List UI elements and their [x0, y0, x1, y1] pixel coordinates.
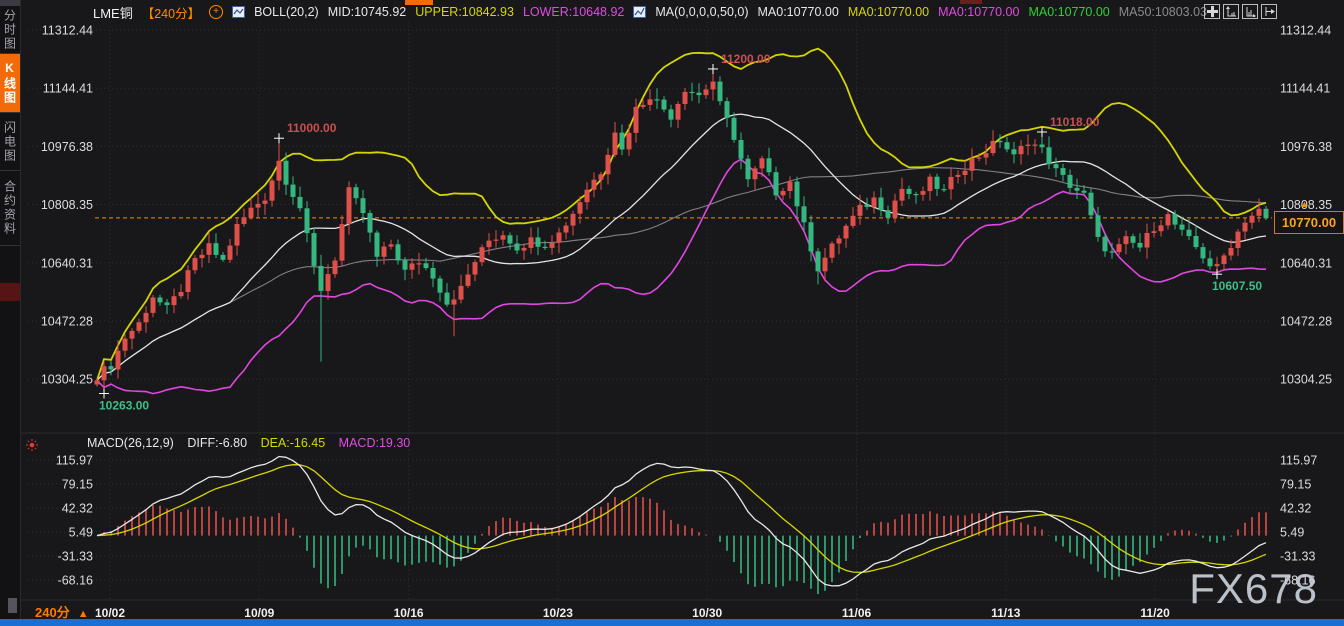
ma-value-3: MA0:10770.00 — [938, 5, 1019, 19]
svg-text:10976.38: 10976.38 — [41, 140, 93, 154]
sidebar-top-accent — [0, 0, 20, 6]
svg-text:10/02: 10/02 — [95, 606, 125, 620]
svg-text:10808.35: 10808.35 — [41, 198, 93, 212]
svg-text:10304.25: 10304.25 — [41, 373, 93, 387]
ma-indicator-icon[interactable] — [633, 6, 646, 18]
sidebar-bottom-accent — [0, 283, 20, 301]
svg-text:79.15: 79.15 — [1280, 478, 1311, 492]
ma-value-4: MA0:10770.00 — [1028, 5, 1109, 19]
svg-text:-31.33: -31.33 — [1280, 550, 1315, 564]
svg-text:10472.28: 10472.28 — [41, 315, 93, 329]
symbol-label: LME铜 — [93, 3, 133, 22]
period-selector-label: 240分 — [35, 605, 70, 620]
svg-text:11200.00: 11200.00 — [721, 52, 771, 66]
svg-text:10640.31: 10640.31 — [1280, 256, 1332, 270]
svg-text:79.15: 79.15 — [62, 478, 93, 492]
svg-text:115.97: 115.97 — [56, 454, 93, 468]
macd-settings-icon[interactable] — [26, 438, 38, 456]
scrollbar-corner — [8, 598, 17, 613]
sidebar-tab-time-chart[interactable]: 分时图 — [0, 7, 20, 54]
svg-text:10976.38: 10976.38 — [1280, 140, 1332, 154]
macd-diff-value: DIFF:-6.80 — [187, 436, 247, 450]
svg-text:11018.00: 11018.00 — [1050, 115, 1100, 129]
svg-text:5.49: 5.49 — [69, 526, 93, 540]
boll-label: BOLL(20,2) — [254, 5, 319, 19]
zoom-axis-vertical-button[interactable] — [1223, 4, 1239, 19]
chart-canvas[interactable]: 10263.00 11000.00 11200.00 11018.00 10607.50… — [0, 0, 1344, 626]
svg-text:11144.41: 11144.41 — [1280, 82, 1330, 96]
boll-mid-value: MID:10745.92 — [328, 5, 407, 19]
svg-text:10640.31: 10640.31 — [41, 256, 93, 270]
svg-text:10/30: 10/30 — [692, 606, 722, 620]
svg-text:11312.44: 11312.44 — [1280, 24, 1331, 38]
expand-icon[interactable]: + — [209, 5, 223, 19]
svg-text:10/16: 10/16 — [394, 606, 424, 620]
svg-text:10/09: 10/09 — [244, 606, 274, 620]
svg-text:11/06: 11/06 — [842, 606, 872, 620]
svg-text:10/23: 10/23 — [543, 606, 573, 620]
chart-toolbar — [1204, 4, 1277, 19]
sidebar: 分时图 K线图 闪电图 合约资料 — [0, 0, 21, 619]
zoom-axis-horizontal-button[interactable] — [1242, 4, 1258, 19]
trading-app: 10263.00 11000.00 11200.00 11018.00 10607.50… — [0, 0, 1344, 626]
svg-text:42.32: 42.32 — [62, 502, 93, 516]
sidebar-tab-kline-chart[interactable]: K线图 — [0, 54, 20, 113]
exit-pan-button[interactable] — [1261, 4, 1277, 19]
svg-text:11/13: 11/13 — [991, 606, 1021, 620]
svg-text:10472.28: 10472.28 — [1280, 315, 1332, 329]
top-edge-orange-fragment — [405, 0, 433, 5]
current-price-tag: 10770.00 — [1274, 211, 1344, 234]
zoom-axis-vertical-icon — [1225, 6, 1237, 17]
period-label: 【240分】 — [142, 3, 200, 22]
svg-text:11000.00: 11000.00 — [287, 121, 337, 135]
ma-value-1: MA0:10770.00 — [758, 5, 839, 19]
svg-text:11/20: 11/20 — [1140, 606, 1170, 620]
macd-dea-value: DEA:-16.45 — [261, 436, 326, 450]
ma-group-label: MA(0,0,0,0,50,0) — [655, 5, 748, 19]
svg-text:10607.50: 10607.50 — [1212, 279, 1262, 293]
macd-header: MACD(26,12,9) DIFF:-6.80 DEA:-16.45 MACD… — [87, 436, 420, 450]
boll-lower-value: LOWER:10648.92 — [523, 5, 624, 19]
pan-tool-button[interactable] — [1204, 4, 1220, 19]
macd-macd-value: MACD:19.30 — [339, 436, 411, 450]
sidebar-tab-lightning-chart[interactable]: 闪电图 — [0, 113, 20, 171]
svg-text:11144.41: 11144.41 — [43, 82, 93, 96]
svg-text:5.49: 5.49 — [1280, 526, 1304, 540]
watermark: FX678 — [1189, 565, 1318, 613]
svg-text:42.32: 42.32 — [1280, 502, 1311, 516]
exit-pan-icon — [1263, 6, 1275, 17]
zoom-axis-horizontal-icon — [1244, 6, 1256, 17]
ma50-value: MA50:10803.03 — [1119, 5, 1207, 19]
sidebar-tab-contract-info[interactable]: 合约资料 — [0, 171, 20, 246]
macd-label: MACD(26,12,9) — [87, 436, 174, 450]
svg-text:11312.44: 11312.44 — [42, 24, 93, 38]
top-edge-maroon-fragment — [960, 0, 982, 4]
price-marker-icon: ▲ — [1300, 199, 1309, 209]
svg-text:10263.00: 10263.00 — [99, 398, 149, 412]
taskbar-strip — [0, 619, 1344, 626]
ma-value-2: MA0:10770.00 — [848, 5, 929, 19]
pan-tool-icon — [1207, 6, 1218, 17]
svg-text:10304.25: 10304.25 — [1280, 373, 1332, 387]
svg-text:-68.16: -68.16 — [58, 574, 93, 588]
chart-header: LME铜 【240分】 + BOLL(20,2) MID:10745.92 UP… — [93, 3, 1216, 21]
svg-text:-31.33: -31.33 — [58, 550, 93, 564]
boll-indicator-icon[interactable] — [232, 6, 245, 18]
boll-upper-value: UPPER:10842.93 — [415, 5, 514, 19]
svg-text:115.97: 115.97 — [1280, 454, 1317, 468]
